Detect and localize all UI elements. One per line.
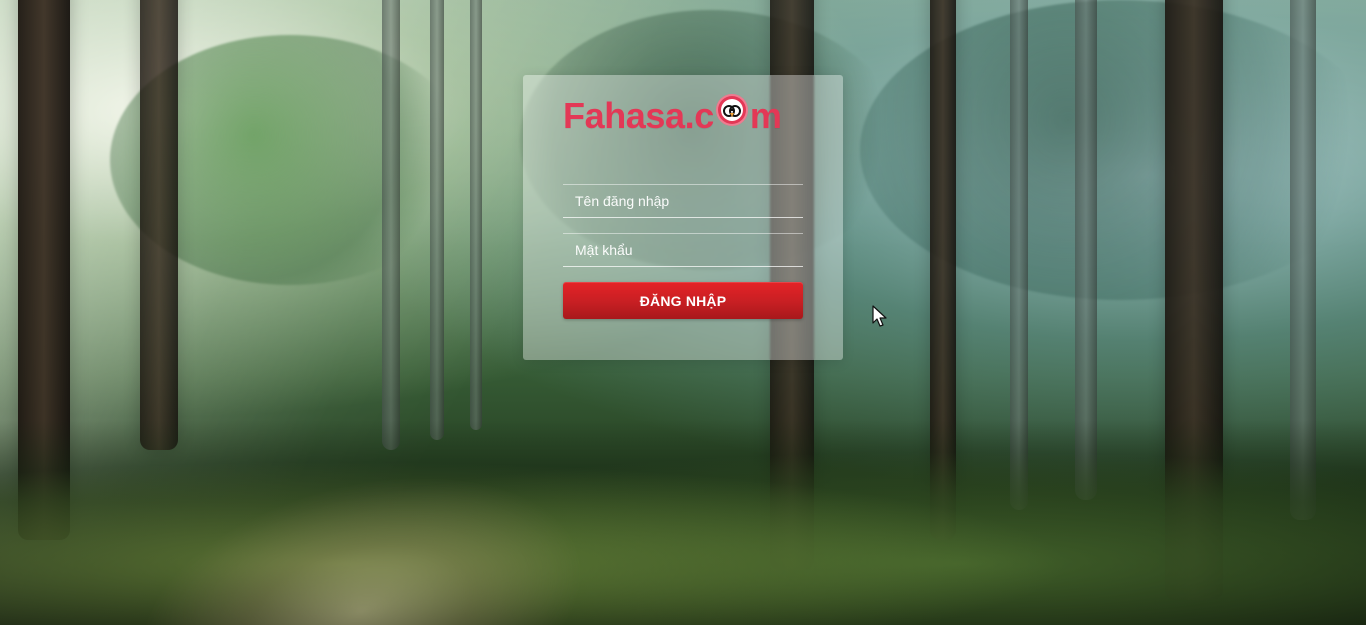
- login-button[interactable]: ĐĂNG NHẬP: [563, 282, 803, 319]
- owl-with-glasses-icon: [715, 94, 748, 126]
- tree-trunk: [470, 0, 482, 430]
- username-field-bottom-border: [563, 217, 803, 218]
- tree-trunk: [140, 0, 178, 450]
- password-field-bottom-border: [563, 266, 803, 267]
- fahasa-logo[interactable]: Fahasa.c m: [563, 93, 805, 139]
- mascot-beak: [729, 113, 734, 117]
- mascot-face: [720, 99, 743, 121]
- username-field: [563, 184, 803, 218]
- tree-trunk: [430, 0, 444, 440]
- login-panel: Fahasa.c m ĐĂNG NHẬP: [523, 75, 843, 360]
- password-field: [563, 233, 803, 267]
- forest-path: [130, 475, 640, 625]
- logo-text-suffix: m: [749, 95, 782, 136]
- username-input[interactable]: [563, 184, 803, 218]
- username-field-top-border: [563, 184, 803, 185]
- password-input[interactable]: [563, 233, 803, 267]
- tree-trunk: [382, 0, 400, 450]
- password-field-top-border: [563, 233, 803, 234]
- logo-text-prefix: Fahasa.c: [563, 95, 714, 136]
